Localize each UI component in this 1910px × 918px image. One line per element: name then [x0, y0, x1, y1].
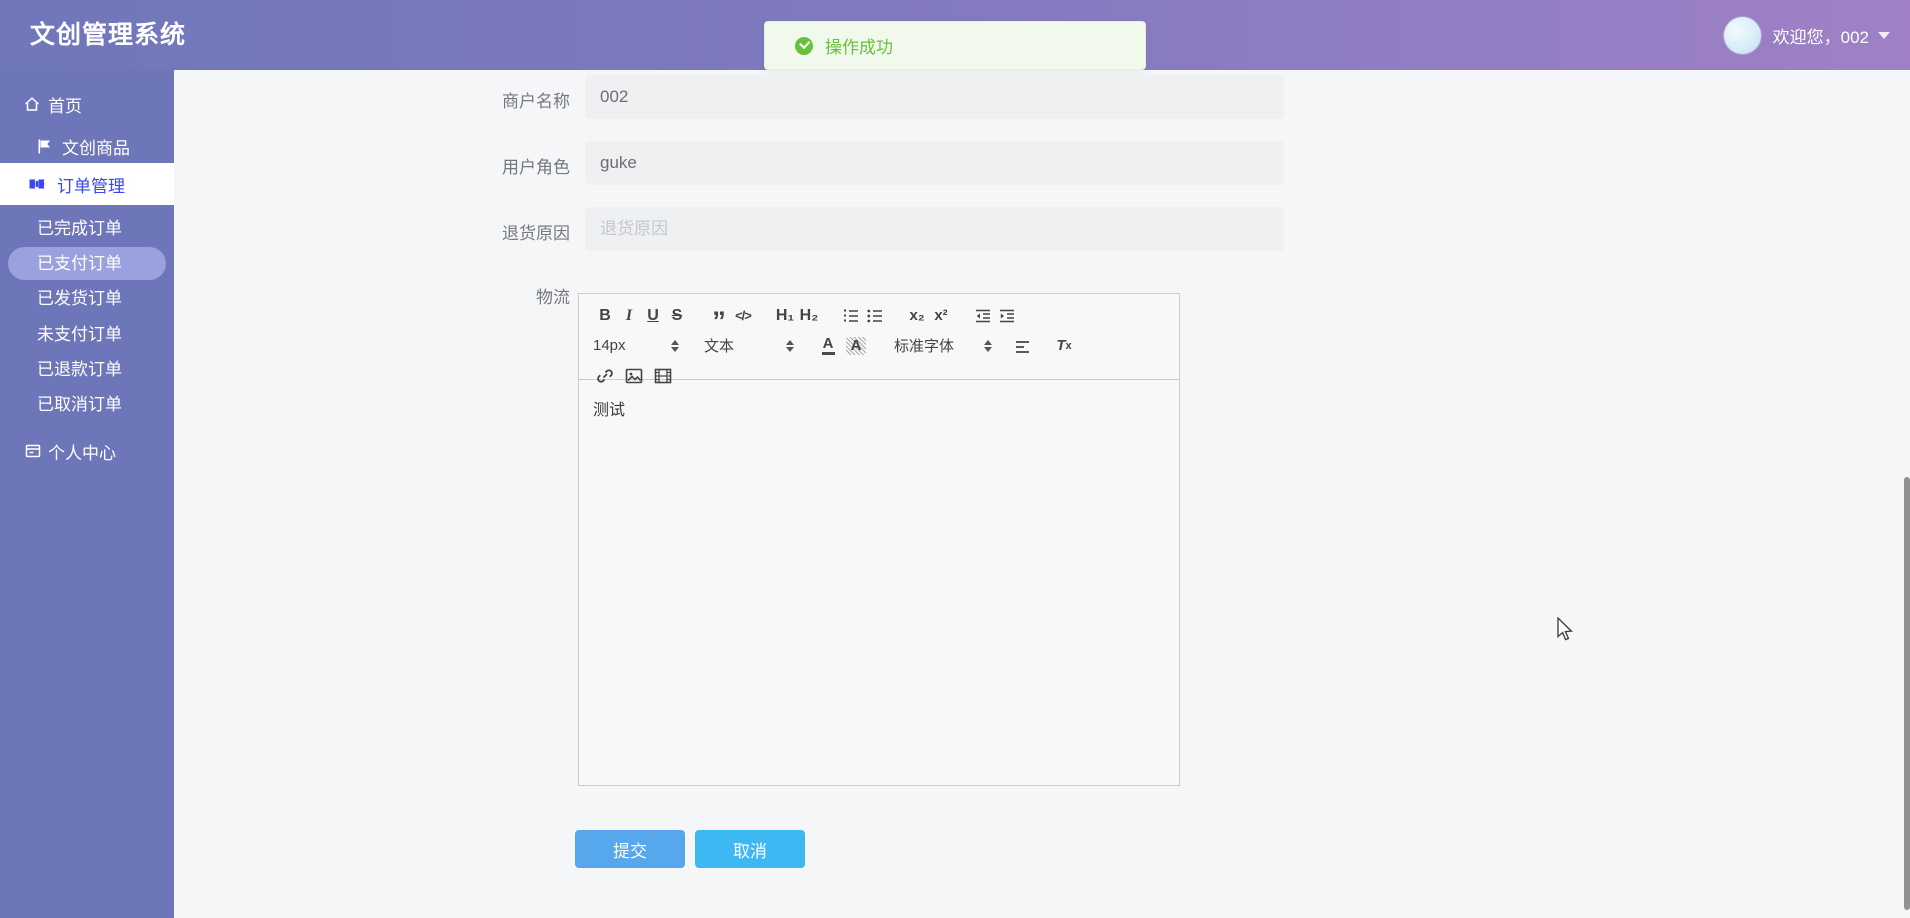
field-label-return-reason: 退货原因 [502, 224, 570, 243]
sidebar-item-label: 未支付订单 [37, 325, 122, 344]
clean-letter: T [1056, 337, 1066, 354]
ordered-list-icon[interactable] [839, 305, 863, 327]
sidebar-item-label: 首页 [48, 96, 82, 116]
merchant-name-input[interactable] [585, 75, 1284, 119]
font-family-value: 标准字体 [894, 338, 955, 355]
sidebar-item-label: 已完成订单 [37, 219, 122, 238]
sidebar-item-label: 已发货订单 [37, 289, 122, 308]
sidebar-item-label: 文创商品 [62, 138, 130, 158]
indent-icon[interactable] [995, 305, 1019, 327]
field-label-logistics: 物流 [536, 288, 570, 307]
toolbar-row-1: B I U S ” </> H₁ H₂ x₂ x² [593, 304, 1167, 334]
paragraph-value: 文本 [704, 338, 735, 355]
sidebar-item-label: 已取消订单 [37, 395, 122, 414]
code-block-icon[interactable]: </> [731, 305, 755, 327]
return-reason-input[interactable] [585, 207, 1284, 251]
superscript-icon[interactable]: x² [929, 305, 953, 327]
welcome-text: 欢迎您，002 [1772, 27, 1869, 47]
sidebar-item-profile[interactable]: 个人中心 [0, 435, 174, 467]
text-color-icon[interactable]: A [816, 335, 840, 357]
highlight-color-icon[interactable]: A [846, 336, 866, 355]
toolbar-row-2: 14px 文本 A A 标准字体 Tx [593, 334, 1167, 357]
header-1-icon[interactable]: H₁ [773, 305, 797, 327]
sidebar-item-orders[interactable]: 订单管理 [0, 163, 174, 205]
avatar[interactable] [1723, 16, 1761, 54]
flag-icon [38, 139, 50, 153]
paragraph-select[interactable]: 文本 [704, 335, 794, 356]
updown-caret-icon [671, 339, 679, 352]
sidebar-item-unpaid-orders[interactable]: 未支付订单 [0, 318, 174, 351]
underline-icon[interactable]: U [641, 305, 665, 327]
scrollbar-thumb[interactable] [1904, 477, 1910, 910]
sidebar-item-paid-orders[interactable]: 已支付订单 [8, 247, 166, 280]
app-title: 文创管理系统 [30, 21, 187, 49]
success-toast: 操作成功 [764, 21, 1146, 70]
user-menu[interactable]: 欢迎您，002 [1723, 0, 1890, 70]
bold-icon[interactable]: B [593, 305, 617, 327]
mouse-cursor [1557, 617, 1574, 641]
strikethrough-icon[interactable]: S [665, 305, 689, 327]
italic-icon[interactable]: I [617, 305, 641, 327]
header-2-icon[interactable]: H₂ [797, 305, 821, 327]
ticket-icon [29, 179, 45, 189]
dropdown-caret-icon [1878, 31, 1890, 39]
font-size-value: 14px [593, 337, 626, 354]
outdent-icon[interactable] [971, 305, 995, 327]
submit-button[interactable]: 提交 [575, 830, 685, 868]
updown-caret-icon [984, 339, 992, 352]
sidebar-item-label: 订单管理 [57, 176, 125, 196]
sidebar-item-label: 已支付订单 [37, 254, 122, 273]
success-check-icon [795, 36, 813, 55]
sidebar-item-label: 已退款订单 [37, 360, 122, 379]
sidebar-item-goods[interactable]: 文创商品 [0, 130, 174, 162]
clean-format-icon[interactable]: Tx [1052, 335, 1076, 357]
sidebar-item-cancelled-orders[interactable]: 已取消订单 [0, 388, 174, 421]
subscript-icon[interactable]: x₂ [905, 305, 929, 327]
blockquote-icon[interactable]: ” [707, 300, 731, 334]
updown-caret-icon [786, 339, 794, 352]
toast-message: 操作成功 [825, 38, 893, 57]
sidebar-item-home[interactable]: 首页 [0, 88, 174, 120]
sidebar: 首页 文创商品 订单管理 已完成订单 已支付订单 已发货订单 未支付订单 已退款… [0, 70, 174, 918]
sidebar-item-label: 个人中心 [48, 443, 116, 463]
font-size-select[interactable]: 14px [593, 337, 679, 354]
home-icon [25, 97, 39, 111]
app-root: 文创管理系统 欢迎您，002 操作成功 首页 文创商品 订单管理 已完成订单 已… [0, 0, 1910, 918]
editor-text: 测试 [593, 402, 626, 419]
user-role-input[interactable] [585, 141, 1284, 185]
sidebar-item-shipped-orders[interactable]: 已发货订单 [0, 282, 174, 315]
editor-content[interactable]: 测试 [579, 380, 1179, 786]
bullet-list-icon[interactable] [863, 305, 887, 327]
editor-toolbar: B I U S ” </> H₁ H₂ x₂ x² 14px 文本 A A 标准… [579, 294, 1179, 383]
card-icon [25, 444, 41, 458]
font-family-select[interactable]: 标准字体 [894, 335, 992, 356]
sidebar-item-completed-orders[interactable]: 已完成订单 [0, 212, 174, 245]
logistics-editor: B I U S ” </> H₁ H₂ x₂ x² 14px 文本 A A 标准… [578, 293, 1180, 786]
field-label-merchant-name: 商户名称 [502, 92, 570, 111]
cancel-button[interactable]: 取消 [695, 830, 805, 868]
color-letter: A [822, 334, 834, 352]
align-icon[interactable] [1010, 335, 1034, 357]
field-label-user-role: 用户角色 [502, 158, 570, 177]
sidebar-item-refunded-orders[interactable]: 已退款订单 [0, 353, 174, 386]
